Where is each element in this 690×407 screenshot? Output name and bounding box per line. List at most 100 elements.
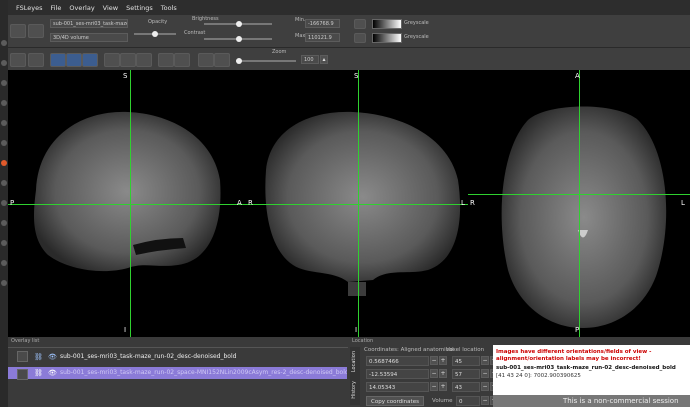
coronal-label-left: R	[248, 199, 253, 207]
tab-location[interactable]: Location	[351, 351, 357, 372]
colormap-label[interactable]: Greyscale	[404, 34, 429, 40]
location-info-box: Images have different orientations/field…	[493, 345, 690, 407]
warning-line-1: Images have different orientations/field…	[496, 349, 652, 355]
dock-app-icon[interactable]	[1, 280, 7, 286]
brightness-label: Brightness	[192, 16, 219, 22]
contrast-slider[interactable]	[204, 36, 272, 42]
brightness-slider[interactable]	[204, 21, 272, 27]
eye-icon[interactable]: 👁	[48, 369, 57, 377]
axial-label-left: R	[470, 199, 475, 207]
volume-field[interactable]: 0	[456, 396, 480, 406]
axial-label-right: L	[681, 199, 685, 207]
increment-button[interactable]: +	[439, 369, 447, 378]
colormap-swatch	[372, 19, 402, 29]
coronal-label-bottom: I	[355, 326, 358, 334]
contrast-label: Contrast	[184, 30, 206, 36]
dock-app-icon[interactable]	[1, 140, 7, 146]
link-icon[interactable]	[354, 19, 366, 29]
display-max-field[interactable]: 110121.9	[305, 33, 340, 42]
menu-fsleyes[interactable]: FSLeyes	[16, 4, 43, 12]
decrement-button[interactable]: −	[481, 396, 489, 405]
opacity-slider[interactable]	[134, 31, 176, 37]
info-icon[interactable]	[28, 24, 44, 38]
menu-view[interactable]: View	[103, 4, 118, 12]
overlay-name: sub-001_ses-mri03_task-maze_run-02_space…	[60, 369, 347, 376]
dock-app-icon[interactable]	[1, 180, 7, 186]
decrement-button[interactable]: −	[481, 369, 489, 378]
increment-button[interactable]: +	[439, 382, 447, 391]
voxel-header: Voxel location	[446, 347, 485, 353]
tab-history[interactable]: History	[351, 381, 357, 399]
dock-app-icon[interactable]	[1, 240, 7, 246]
decrement-button[interactable]: −	[430, 356, 438, 365]
gear-icon[interactable]	[10, 24, 26, 38]
crosshair-icon[interactable]	[198, 53, 214, 67]
overlay-name: sub-001_ses-mri03_task-maze_run-02_desc-…	[60, 353, 237, 360]
display-min-field[interactable]: -166768.9	[305, 19, 340, 28]
link-icon[interactable]: ⛓	[34, 369, 43, 377]
warning-line-2: alignment/orientation labels may be inco…	[496, 356, 641, 362]
info-voxel-value: [41 43 24 0]: 7002.900390625	[496, 373, 581, 379]
dock-app-icon[interactable]	[1, 160, 7, 166]
link-icon[interactable]	[354, 33, 366, 43]
dock-app-icon[interactable]	[1, 220, 7, 226]
decrement-button[interactable]: −	[430, 382, 438, 391]
sagittal-cursor-horizontal	[8, 204, 248, 205]
axial-cursor-horizontal	[468, 194, 690, 195]
sagittal-label-left: P	[10, 199, 15, 207]
menu-tools[interactable]: Tools	[161, 4, 177, 12]
coronal-toggle-icon[interactable]	[66, 53, 82, 67]
dock-app-icon[interactable]	[1, 200, 7, 206]
axial-label-bottom: P	[575, 326, 580, 334]
remove-overlay-icon[interactable]	[17, 369, 28, 380]
dock-app-icon[interactable]	[1, 120, 7, 126]
axial-cursor-vertical	[579, 70, 580, 337]
decrement-button[interactable]: −	[481, 356, 489, 365]
location-title: Location	[352, 338, 374, 344]
overlay-type-select[interactable]: 3D/4D volume	[50, 33, 128, 42]
menu-file[interactable]: File	[51, 4, 62, 12]
axial-toggle-icon[interactable]	[82, 53, 98, 67]
menu-settings[interactable]: Settings	[126, 4, 153, 12]
labels-icon[interactable]	[158, 53, 174, 67]
voxel-z-field[interactable]: 43	[452, 382, 480, 392]
dock-app-icon[interactable]	[1, 260, 7, 266]
overlay-name-field[interactable]: sub-001_ses-mri03_task-maze	[50, 19, 128, 28]
overlay-list-item[interactable]: ⛓ 👁 sub-001_ses-mri03_task-maze_run-02_d…	[8, 351, 347, 363]
zoom-field[interactable]: 100	[301, 55, 319, 64]
decrement-button[interactable]: −	[430, 369, 438, 378]
world-z-field[interactable]: 14.05343	[366, 382, 429, 392]
zoom-slider[interactable]	[236, 58, 296, 64]
dock-app-icon[interactable]	[1, 60, 7, 66]
zoom-spin[interactable]: ▴	[320, 55, 328, 64]
grid-layout-icon[interactable]	[120, 53, 136, 67]
decrement-button[interactable]: −	[481, 382, 489, 391]
sagittal-label-top: S	[123, 72, 128, 80]
non-commercial-notice: This is a non-commercial session	[493, 395, 690, 407]
add-overlay-icon[interactable]	[17, 351, 28, 362]
cursor-icon[interactable]	[174, 53, 190, 67]
menubar: FSLeyes File Overlay View Settings Tools	[8, 0, 690, 15]
columns-layout-icon[interactable]	[136, 53, 152, 67]
sagittal-toggle-icon[interactable]	[50, 53, 66, 67]
voxel-y-field[interactable]: 57	[452, 369, 480, 379]
dock-app-icon[interactable]	[1, 40, 7, 46]
world-x-field[interactable]: 0.5687466	[366, 356, 429, 366]
info-overlay-name: sub-001_ses-mri03_task-maze_run-02_desc-…	[496, 365, 676, 371]
dock-app-icon[interactable]	[1, 80, 7, 86]
ortho-viewer[interactable]: S I P A S I R L A P R L	[8, 70, 690, 337]
reset-zoom-icon[interactable]	[214, 53, 230, 67]
wrench-icon[interactable]	[10, 53, 26, 67]
menu-overlay[interactable]: Overlay	[69, 4, 94, 12]
camera-icon[interactable]	[28, 53, 44, 67]
link-icon[interactable]: ⛓	[34, 353, 43, 361]
overlay-list-item-selected[interactable]: ⛓ 👁 sub-001_ses-mri03_task-maze_run-02_s…	[8, 367, 347, 379]
eye-icon[interactable]: 👁	[48, 353, 57, 361]
increment-button[interactable]: +	[439, 356, 447, 365]
world-y-field[interactable]: -12.53594	[366, 369, 429, 379]
copy-coordinates-button[interactable]: Copy coordinates	[366, 396, 424, 406]
dock-app-icon[interactable]	[1, 100, 7, 106]
colormap-label[interactable]: Greyscale	[404, 20, 429, 26]
voxel-x-field[interactable]: 45	[452, 356, 480, 366]
layout-icon[interactable]	[104, 53, 120, 67]
